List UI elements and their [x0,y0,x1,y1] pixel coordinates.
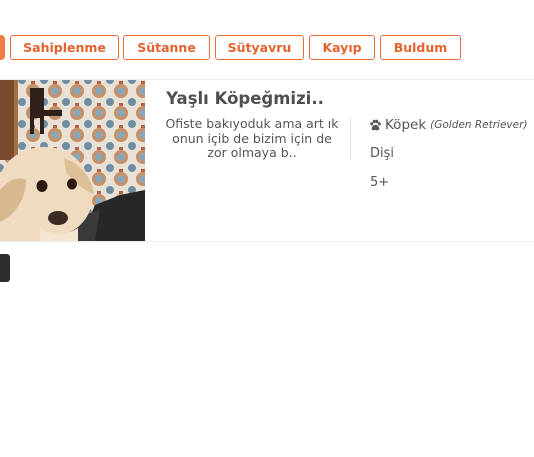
filter-button-sahiplenme[interactable]: Sahiplenme [10,35,119,60]
gender-label: Dişi [370,146,395,161]
divider [0,241,534,242]
listing-description: Ofiste bakıyoduk ama art ık onun içib de… [165,116,339,160]
filter-button-sutyavru[interactable]: Sütyavru [215,35,304,60]
filter-button-partial[interactable] [0,35,5,60]
filter-button-sutanne[interactable]: Sütanne [123,35,210,60]
paw-icon [370,119,381,130]
vertical-divider [350,118,351,160]
filter-bar: Sahiplenme Sütanne Sütyavru Kayıp Buldum [0,35,534,61]
breed-label: (Golden Retriever) [430,119,528,131]
filter-button-kayip[interactable]: Kayıp [309,35,375,60]
filter-button-buldum[interactable]: Buldum [380,35,461,60]
species-label: Köpek [385,117,427,133]
species-row: Köpek (Golden Retriever) [369,117,528,133]
side-tab[interactable] [0,254,10,282]
pet-photo[interactable] [0,80,145,241]
listing-title[interactable]: Yaşlı Köpeğmizi.. [150,89,340,108]
age-label: 5+ [370,175,390,190]
